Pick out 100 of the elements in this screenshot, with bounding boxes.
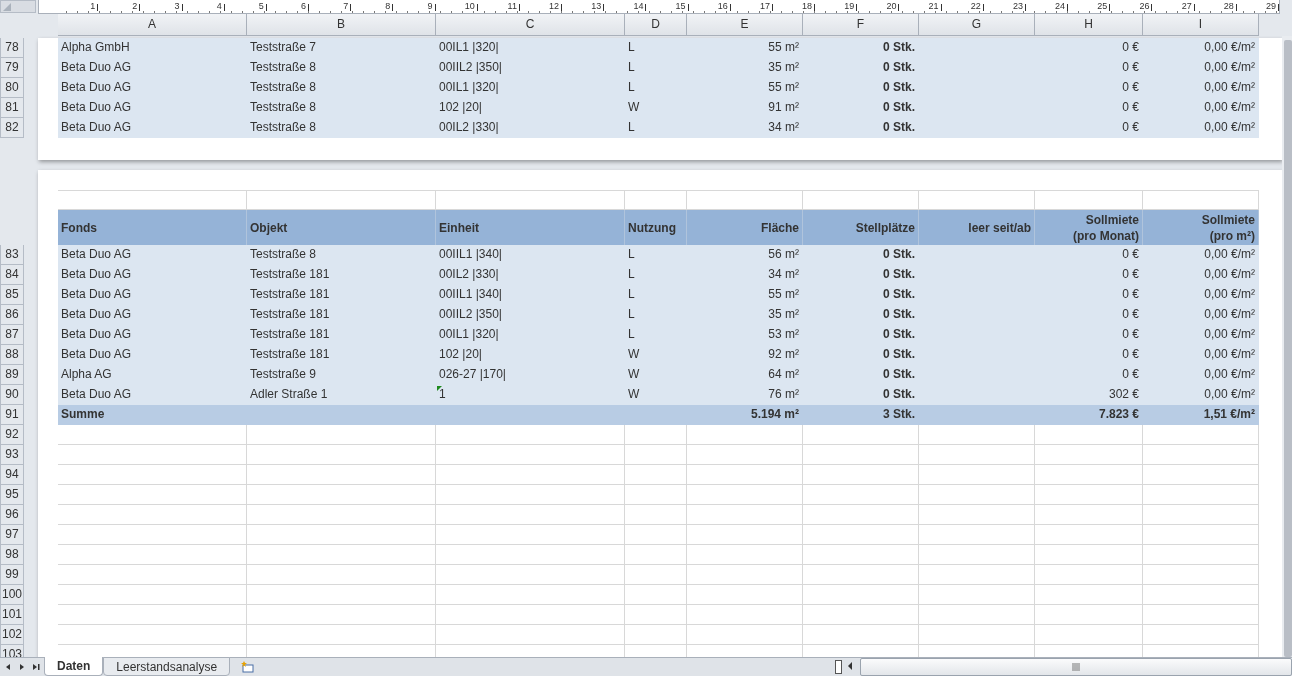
table-cell-text: Beta Duo AG: [60, 286, 133, 303]
ruler-number: 22: [970, 2, 981, 11]
table-cell-text: 0,00 €/m²: [1203, 386, 1256, 403]
row-number[interactable]: 93: [0, 445, 24, 465]
column-header[interactable]: I: [1143, 14, 1259, 36]
column-header[interactable]: H: [1035, 14, 1143, 36]
row-number[interactable]: 94: [0, 465, 24, 485]
ruler-number: 19: [844, 2, 855, 11]
table-cell-text: 3 Stk.: [882, 406, 916, 423]
row-number[interactable]: 87: [0, 325, 24, 345]
row-number[interactable]: 81: [0, 98, 24, 118]
table-cell-text: Beta Duo AG: [60, 59, 133, 76]
row-number[interactable]: 99: [0, 565, 24, 585]
row-number[interactable]: 95: [0, 485, 24, 505]
column-heading: Sollmiete (pro m²): [1143, 210, 1259, 245]
row-number[interactable]: 78: [0, 38, 24, 58]
sheet-tab[interactable]: Leerstandsanalyse: [103, 657, 231, 676]
ruler-number: 27: [1181, 2, 1192, 11]
table-cell-text: 0 Stk.: [882, 119, 916, 136]
table-cell-text: 0,00 €/m²: [1203, 39, 1256, 56]
column-header[interactable]: G: [919, 14, 1035, 36]
table-cell-text: 0 €: [1121, 39, 1140, 56]
column-header[interactable]: C: [436, 14, 625, 36]
table-cell-text: 0 Stk.: [882, 326, 916, 343]
row-number[interactable]: 80: [0, 78, 24, 98]
next-sheet-icon[interactable]: [18, 663, 26, 671]
ruler-number: 8: [385, 2, 391, 11]
table-cell-text: 1,51 €/m²: [1202, 406, 1256, 423]
table-cell: [625, 545, 687, 565]
previous-sheet-icon[interactable]: [4, 663, 12, 671]
horizontal-scrollbar[interactable]: [860, 658, 1292, 676]
table-cell-text: 34 m²: [767, 266, 800, 283]
table-cell-text: 00IIL1 |340|: [438, 286, 503, 303]
split-handle[interactable]: [835, 660, 842, 674]
column-heading: Fonds: [58, 210, 247, 245]
table-cell-text: 00IL1 |320|: [438, 79, 500, 96]
row-number[interactable]: 90: [0, 385, 24, 405]
table-cell-text: Teststraße 9: [249, 366, 318, 383]
row-number[interactable]: 79: [0, 58, 24, 78]
ruler-number: 24: [1055, 2, 1066, 11]
row-number[interactable]: 100: [0, 585, 24, 605]
table-cell-text: L: [627, 246, 636, 263]
ruler-number: 14: [633, 2, 644, 11]
table-cell-text: L: [627, 59, 636, 76]
row-number[interactable]: 98: [0, 545, 24, 565]
row-number[interactable]: 89: [0, 365, 24, 385]
table-cell-text: 55 m²: [767, 286, 800, 303]
column-header[interactable]: B: [247, 14, 436, 36]
row-number[interactable]: 88: [0, 345, 24, 365]
table-cell-text: Teststraße 8: [249, 119, 318, 136]
row-number[interactable]: 92: [0, 425, 24, 445]
table-cell-text: 0,00 €/m²: [1203, 326, 1256, 343]
triangle-icon: [3, 2, 11, 11]
table-cell-text: 0,00 €/m²: [1203, 346, 1256, 363]
column-heading: Nutzung: [625, 210, 687, 245]
table-cell-text: 0,00 €/m²: [1203, 306, 1256, 323]
table-cell-text: 0 Stk.: [882, 59, 916, 76]
column-header[interactable]: F: [803, 14, 919, 36]
table-cell-text: Teststraße 181: [249, 266, 331, 283]
table-cell-text: Teststraße 8: [249, 79, 318, 96]
table-cell-text: Beta Duo AG: [60, 246, 133, 263]
column-heading: Stellplätze: [803, 210, 919, 245]
ruler-number: 13: [591, 2, 602, 11]
table-cell-text: W: [627, 99, 641, 116]
row-number[interactable]: 91: [0, 405, 24, 425]
last-sheet-icon[interactable]: [32, 663, 40, 671]
row-number[interactable]: 102: [0, 625, 24, 645]
row-number[interactable]: 85: [0, 285, 24, 305]
ruler-number: 12: [549, 2, 560, 11]
table-cell-text: L: [627, 306, 636, 323]
table-cell-text: 302 €: [1107, 386, 1140, 403]
row-number[interactable]: 97: [0, 525, 24, 545]
table-cell-text: L: [627, 39, 636, 56]
table-cell-text: Teststraße 181: [249, 346, 331, 363]
row-number[interactable]: 86: [0, 305, 24, 325]
table-cell-text: Teststraße 7: [249, 39, 318, 56]
ruler-number: 9: [427, 2, 433, 11]
table-cell-text: Teststraße 8: [249, 99, 318, 116]
row-number[interactable]: 101: [0, 605, 24, 625]
table-cell-text: Beta Duo AG: [60, 306, 133, 323]
table-cell-text: 55 m²: [767, 39, 800, 56]
column-heading: Fläche: [687, 210, 803, 245]
row-number[interactable]: 83: [0, 245, 24, 265]
column-header[interactable]: E: [687, 14, 803, 36]
row-number[interactable]: 84: [0, 265, 24, 285]
row-number[interactable]: 96: [0, 505, 24, 525]
table-cell-text: 34 m²: [767, 119, 800, 136]
table-cell-text: W: [627, 366, 641, 383]
column-header[interactable]: D: [625, 14, 687, 36]
table-cell-text: Alpha AG: [60, 366, 113, 383]
ruler-number: 4: [216, 2, 222, 11]
table-cell-text: 92 m²: [767, 346, 800, 363]
sheet-tab[interactable]: Daten: [44, 657, 104, 676]
table-cell-text: 102 |20|: [438, 346, 483, 363]
table-cell-text: 0 €: [1121, 266, 1140, 283]
column-header[interactable]: A: [58, 14, 247, 36]
table-cell-text: 0 Stk.: [882, 266, 916, 283]
row-number[interactable]: 82: [0, 118, 24, 138]
table-cell: [625, 485, 687, 505]
scrollbar-thumb[interactable]: [1284, 40, 1292, 657]
